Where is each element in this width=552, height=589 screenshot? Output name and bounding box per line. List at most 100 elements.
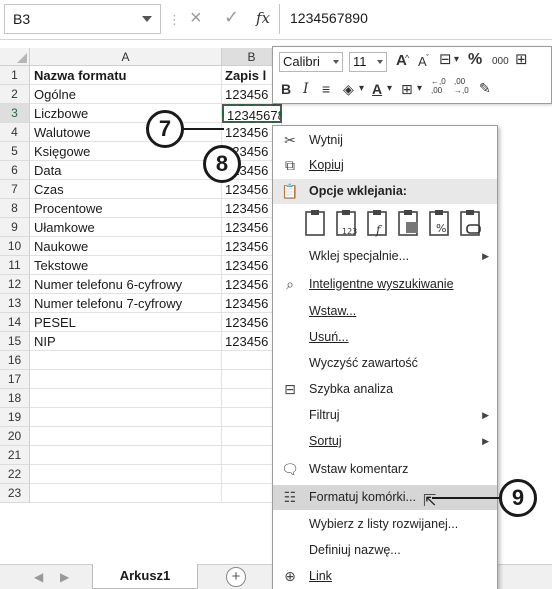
row-header[interactable]: 20 bbox=[0, 427, 30, 446]
row-header[interactable]: 9 bbox=[0, 218, 30, 237]
cell-a[interactable]: Data bbox=[30, 161, 222, 180]
cell-a[interactable] bbox=[30, 408, 222, 427]
menu-item-insert[interactable]: Wstaw... bbox=[273, 299, 497, 324]
row-header[interactable]: 7 bbox=[0, 180, 30, 199]
menu-item-filter[interactable]: Filtruj ▶ bbox=[273, 403, 497, 428]
bold-button[interactable]: B bbox=[281, 80, 291, 98]
chevron-down-icon[interactable] bbox=[142, 16, 152, 22]
menu-item-cut[interactable]: ✂ Wytnij bbox=[273, 128, 497, 153]
menu-item-sort[interactable]: Sortuj ▶ bbox=[273, 429, 497, 454]
font-size-select[interactable]: 11 bbox=[349, 52, 387, 72]
cell-a[interactable] bbox=[30, 484, 222, 503]
font-color-button[interactable]: A bbox=[372, 80, 382, 98]
row-header[interactable]: 15 bbox=[0, 332, 30, 351]
row-header[interactable]: 18 bbox=[0, 389, 30, 408]
font-name-select[interactable]: Calibri bbox=[279, 52, 343, 72]
align-center-icon[interactable]: ≡ bbox=[322, 80, 330, 98]
chevron-down-icon[interactable]: ▾ bbox=[454, 51, 459, 69]
row-header[interactable]: 8 bbox=[0, 199, 30, 218]
format-painter-icon[interactable]: ✎ bbox=[479, 79, 491, 97]
cell-a[interactable]: PESEL bbox=[30, 313, 222, 332]
row-header[interactable]: 19 bbox=[0, 408, 30, 427]
percent-button[interactable]: % bbox=[468, 51, 482, 69]
increase-decimal-button[interactable]: ←,0,00 bbox=[431, 77, 446, 95]
thousands-separator-button[interactable]: 000 bbox=[492, 53, 509, 71]
row-header[interactable]: 13 bbox=[0, 294, 30, 313]
menu-item-paste-special[interactable]: Wklej specjalnie... ▶ bbox=[273, 244, 497, 269]
select-all-corner[interactable] bbox=[0, 48, 30, 66]
cell-a[interactable]: Walutowe bbox=[30, 123, 222, 142]
active-cell-b3[interactable]: 1234567890 bbox=[222, 104, 282, 123]
chevron-down-icon[interactable]: ▾ bbox=[417, 80, 422, 98]
cell-a[interactable] bbox=[30, 465, 222, 484]
paste-no-borders-icon[interactable]: % bbox=[427, 208, 453, 238]
format-table-icon[interactable]: ⊞ bbox=[515, 51, 528, 69]
fill-color-icon[interactable]: ◈ bbox=[343, 80, 354, 98]
cell-a[interactable] bbox=[30, 446, 222, 465]
cell-a[interactable]: Procentowe bbox=[30, 199, 222, 218]
menu-item-define-name[interactable]: Definiuj nazwę... bbox=[273, 538, 497, 563]
paste-values-icon[interactable]: 123 bbox=[334, 208, 360, 238]
italic-button[interactable]: I bbox=[303, 80, 309, 98]
cell-a[interactable]: Ułamkowe bbox=[30, 218, 222, 237]
row-header[interactable]: 1 bbox=[0, 66, 30, 85]
column-header-a[interactable]: A bbox=[30, 48, 222, 66]
row-header[interactable]: 21 bbox=[0, 446, 30, 465]
menu-item-copy[interactable]: ⧉ Kopiuj bbox=[273, 153, 497, 178]
cell-a[interactable]: Naukowe bbox=[30, 237, 222, 256]
cancel-icon[interactable]: × bbox=[190, 7, 202, 30]
row-header[interactable]: 3 bbox=[0, 104, 30, 123]
name-box[interactable]: B3 bbox=[4, 4, 161, 34]
menu-item-clear-contents[interactable]: Wyczyść zawartość bbox=[273, 351, 497, 376]
add-sheet-button[interactable]: + bbox=[226, 567, 246, 587]
menu-item-smart-lookup[interactable]: ⌕ Inteligentne wyszukiwanie bbox=[273, 272, 497, 297]
cell-a[interactable] bbox=[30, 427, 222, 446]
accounting-format-icon[interactable]: ⊟ bbox=[439, 51, 452, 69]
row-header[interactable]: 22 bbox=[0, 465, 30, 484]
cell-a[interactable]: Nazwa formatu bbox=[30, 66, 222, 85]
row-header[interactable]: 23 bbox=[0, 484, 30, 503]
define-name-label: Definiuj nazwę... bbox=[309, 543, 401, 557]
row-header[interactable]: 6 bbox=[0, 161, 30, 180]
cell-a[interactable]: Czas bbox=[30, 180, 222, 199]
cell-a[interactable] bbox=[30, 351, 222, 370]
row-header[interactable]: 2 bbox=[0, 85, 30, 104]
row-header[interactable]: 12 bbox=[0, 275, 30, 294]
insert-function-icon[interactable]: fx bbox=[256, 9, 270, 27]
cell-a[interactable]: Księgowe bbox=[30, 142, 222, 161]
menu-item-quick-analysis[interactable]: ⊟ Szybka analiza bbox=[273, 377, 497, 402]
tab-next-icon[interactable]: ▶ bbox=[60, 570, 69, 584]
row-header[interactable]: 4 bbox=[0, 123, 30, 142]
smart-lookup-label: Inteligentne wyszukiwanie bbox=[309, 277, 454, 291]
cell-a[interactable]: Tekstowe bbox=[30, 256, 222, 275]
cell-a[interactable]: NIP bbox=[30, 332, 222, 351]
menu-item-pick-from-list[interactable]: Wybierz z listy rozwijanej... bbox=[273, 512, 497, 537]
row-header[interactable]: 10 bbox=[0, 237, 30, 256]
decrease-decimal-button[interactable]: ,00 →,0 bbox=[454, 77, 469, 95]
paste-link-icon[interactable] bbox=[458, 208, 484, 238]
row-header[interactable]: 16 bbox=[0, 351, 30, 370]
cell-a[interactable]: Ogólne bbox=[30, 85, 222, 104]
menu-item-link[interactable]: ⊕ Link bbox=[273, 564, 497, 589]
cell-a[interactable]: Numer telefonu 7-cyfrowy bbox=[30, 294, 222, 313]
enter-icon[interactable]: ✓ bbox=[224, 7, 239, 28]
row-header[interactable]: 5 bbox=[0, 142, 30, 161]
chevron-down-icon[interactable]: ▾ bbox=[359, 80, 364, 98]
menu-item-insert-comment[interactable]: 🗨 Wstaw komentarz bbox=[273, 457, 497, 482]
menu-item-delete[interactable]: Usuń... bbox=[273, 325, 497, 350]
cell-a[interactable]: Numer telefonu 6-cyfrowy bbox=[30, 275, 222, 294]
tab-prev-icon[interactable]: ◀ bbox=[34, 570, 43, 584]
paste-icon[interactable] bbox=[303, 208, 329, 238]
cell-a[interactable] bbox=[30, 370, 222, 389]
row-header[interactable]: 17 bbox=[0, 370, 30, 389]
chevron-down-icon[interactable]: ▾ bbox=[387, 80, 392, 98]
sheet-tab-arkusz1[interactable]: Arkusz1 bbox=[92, 564, 198, 589]
paste-formatting-icon[interactable] bbox=[396, 208, 422, 238]
paste-formulas-icon[interactable]: f bbox=[365, 208, 391, 238]
row-header[interactable]: 14 bbox=[0, 313, 30, 332]
row-header[interactable]: 11 bbox=[0, 256, 30, 275]
cell-a[interactable] bbox=[30, 389, 222, 408]
formula-input[interactable]: 1234567890 bbox=[279, 4, 549, 34]
borders-icon[interactable]: ⊞ bbox=[401, 80, 413, 98]
cell-a[interactable]: Liczbowe bbox=[30, 104, 222, 123]
